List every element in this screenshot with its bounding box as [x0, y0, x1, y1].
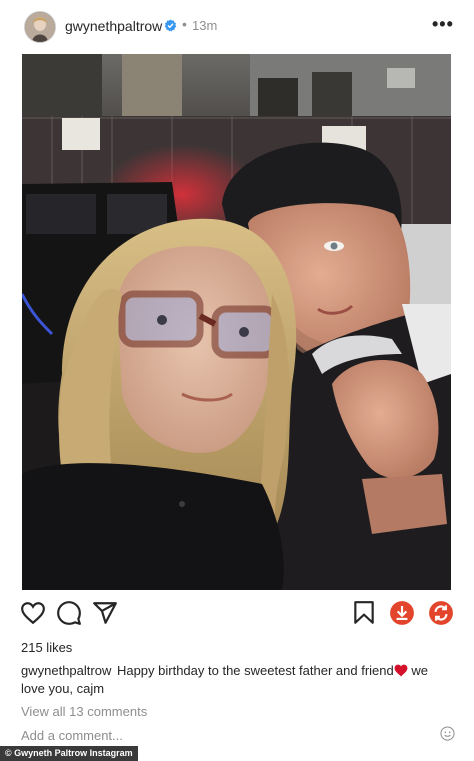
- bookmark-icon[interactable]: [351, 600, 377, 626]
- post-photo[interactable]: [22, 54, 451, 590]
- post-header: gwynethpaltrow • 13m •••: [0, 0, 474, 54]
- verified-badge-icon: [164, 19, 177, 32]
- post-time: 13m: [192, 18, 218, 33]
- caption-username[interactable]: gwynethpaltrow: [21, 663, 111, 678]
- comment-icon[interactable]: [56, 600, 82, 626]
- avatar[interactable]: [24, 11, 56, 43]
- heart-emoji-icon: [394, 664, 408, 677]
- caption: gwynethpaltrow Happy birthday to the swe…: [21, 662, 441, 698]
- likes-count[interactable]: 215 likes: [21, 640, 72, 655]
- selfie-image: [22, 54, 451, 590]
- add-comment-input[interactable]: Add a comment...: [21, 728, 123, 743]
- download-icon[interactable]: [389, 600, 415, 626]
- refresh-share-icon[interactable]: [428, 600, 454, 626]
- username[interactable]: gwynethpaltrow: [65, 18, 162, 34]
- avatar-image: [25, 12, 55, 42]
- share-send-icon[interactable]: [92, 600, 118, 626]
- caption-text-part1: Happy birthday to the sweetest father an…: [116, 663, 394, 678]
- more-options-icon[interactable]: •••: [432, 14, 454, 35]
- separator-dot: •: [182, 16, 187, 32]
- post-actions: [0, 596, 474, 630]
- emoji-icon[interactable]: [440, 726, 455, 741]
- photo-credit: © Gwyneth Paltrow Instagram: [0, 746, 138, 761]
- like-heart-icon[interactable]: [20, 600, 46, 626]
- view-all-comments-link[interactable]: View all 13 comments: [21, 704, 147, 719]
